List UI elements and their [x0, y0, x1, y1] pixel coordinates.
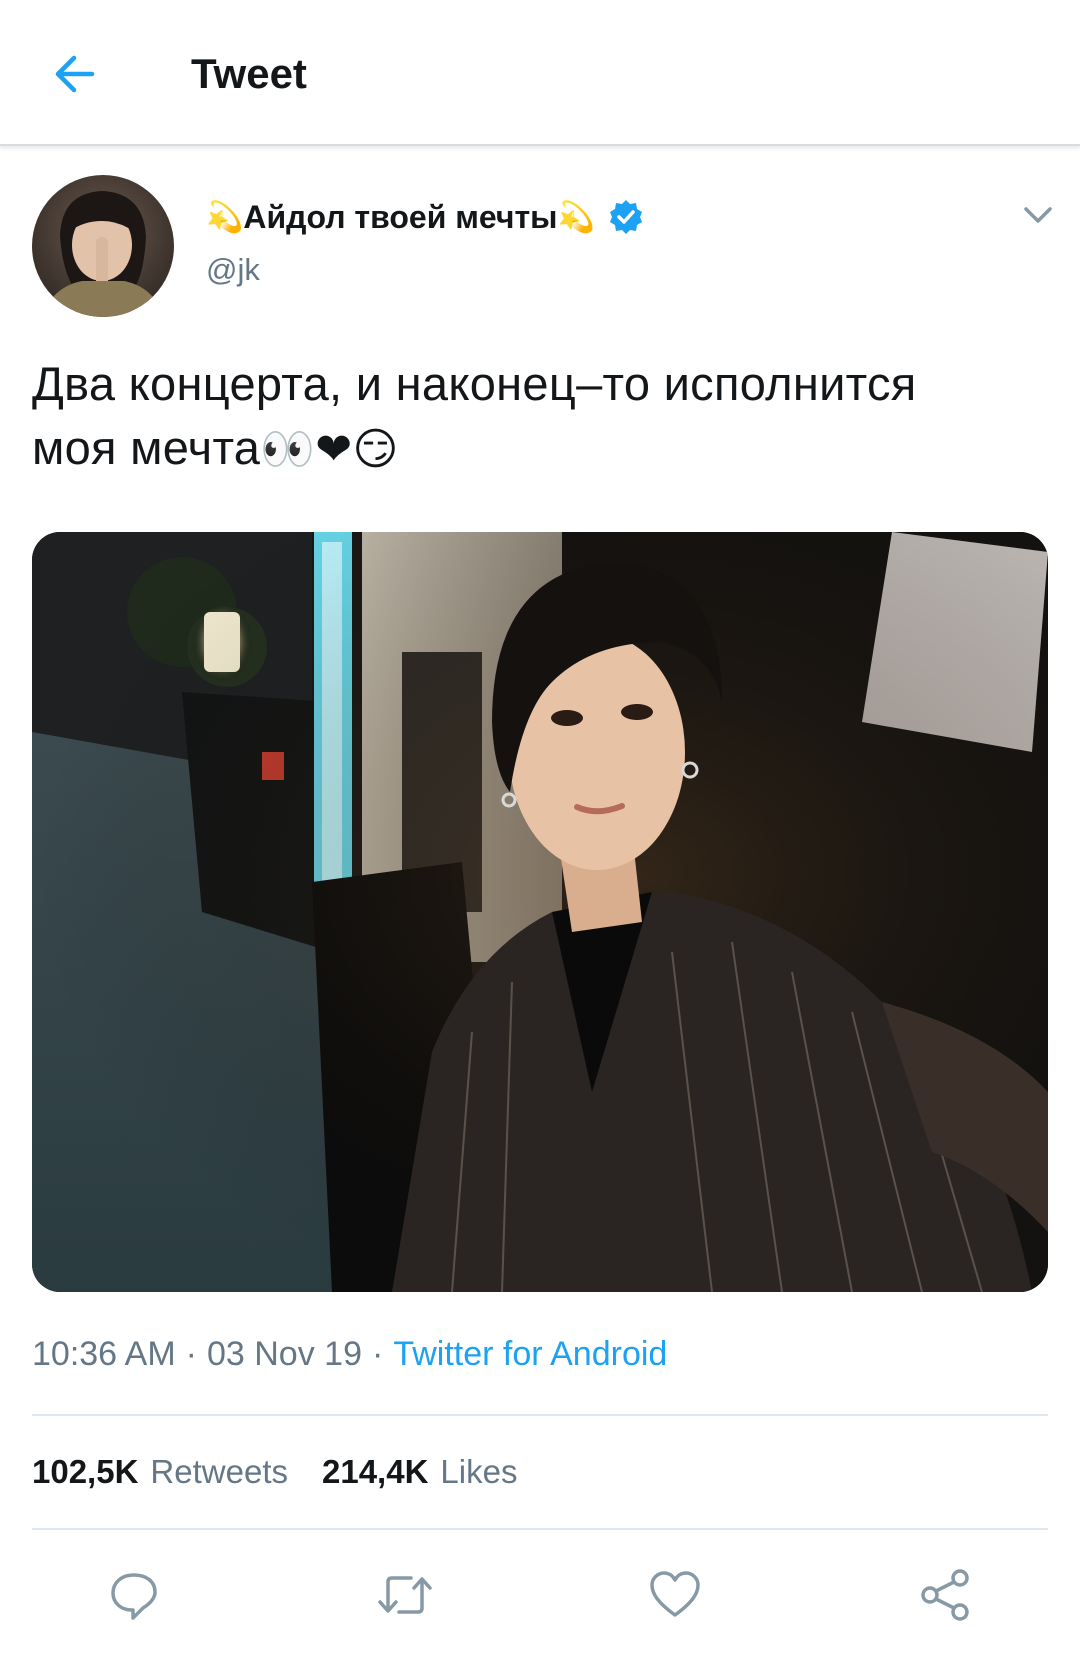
verified-badge-icon: [607, 198, 645, 236]
tweet-text: Два концерта, и наконец–то исполнится мо…: [32, 352, 1052, 482]
chevron-down-icon[interactable]: [1018, 200, 1058, 230]
author-handle[interactable]: @jk: [206, 252, 260, 288]
divider: [32, 1414, 1048, 1416]
tweet-source-link[interactable]: Twitter for Android: [393, 1335, 667, 1374]
dizzy-emoji: 💫: [557, 199, 595, 235]
retweets-stat[interactable]: 102,5K Retweets: [32, 1453, 288, 1491]
tweet-emojis: 👀❤😏: [260, 424, 399, 475]
likes-stat[interactable]: 214,4K Likes: [322, 1453, 517, 1491]
likes-count: 214,4K: [321, 1453, 429, 1490]
tweet-text-segment: моя мечта: [32, 421, 261, 474]
meta-separator: ·: [185, 1335, 197, 1373]
page-title: Tweet: [191, 50, 307, 97]
likes-label: Likes: [440, 1453, 518, 1490]
tweet-time: 10:36 AM: [32, 1335, 176, 1373]
meta-separator: ·: [371, 1335, 384, 1373]
retweet-icon[interactable]: [370, 1560, 440, 1630]
divider: [32, 1528, 1048, 1530]
author-display-name[interactable]: 💫 Айдол твоей мечты 💫: [206, 192, 645, 242]
tweet-stats: 102,5K Retweets 214,4K Likes: [32, 1453, 517, 1491]
share-icon[interactable]: [910, 1560, 980, 1630]
retweets-label: Retweets: [150, 1453, 288, 1490]
avatar[interactable]: [32, 175, 174, 317]
reply-icon[interactable]: [99, 1560, 169, 1630]
tweet-meta: 10:36 AM · 03 Nov 19 · Twitter for Andro…: [32, 1335, 667, 1374]
top-app-bar: Tweet: [0, 0, 1080, 146]
tweet-text-line: Два концерта, и наконец–то исполнится: [32, 357, 917, 410]
heart-icon[interactable]: [640, 1560, 710, 1630]
back-arrow-icon[interactable]: [48, 48, 100, 100]
dizzy-emoji: 💫: [206, 199, 244, 235]
tweet-action-bar: [0, 1560, 1080, 1630]
tweet-text-line: моя мечта👀❤😏: [32, 416, 1052, 482]
tweet-photo[interactable]: [32, 532, 1048, 1292]
retweets-count: 102,5K: [32, 1453, 139, 1490]
tweet-date: 03 Nov 19: [206, 1335, 362, 1373]
author-name-text: Айдол твоей мечты: [243, 198, 558, 235]
